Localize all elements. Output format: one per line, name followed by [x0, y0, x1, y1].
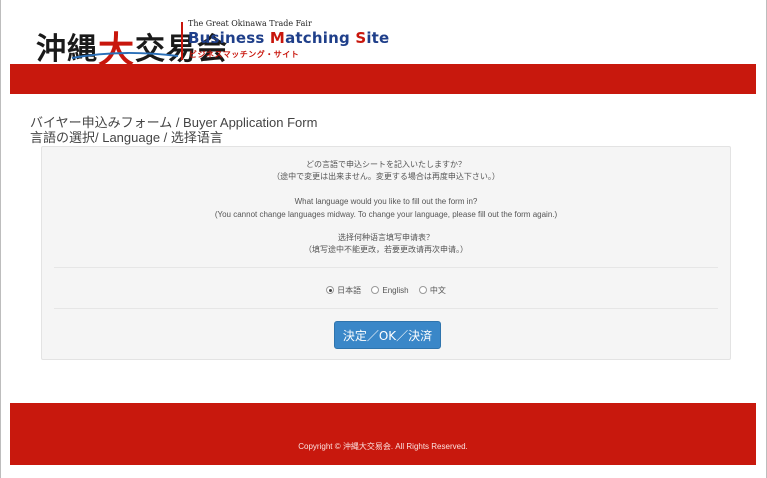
radio-chinese[interactable]: 中文	[418, 285, 446, 296]
divider	[54, 267, 718, 268]
en-question: What language would you like to fill out…	[294, 197, 478, 206]
radio-unchecked-icon[interactable]	[371, 286, 380, 294]
copyright-text: Copyright © 沖縄大交易会. All Rights Reserved.	[298, 442, 468, 451]
logo-swoosh-icon	[71, 51, 179, 59]
radio-label: English	[382, 286, 409, 295]
radio-label: 中文	[429, 286, 446, 295]
radio-japanese[interactable]: 日本語	[326, 285, 361, 296]
site-footer: Copyright © 沖縄大交易会. All Rights Reserved.	[10, 403, 756, 465]
radio-english[interactable]: English	[371, 286, 409, 295]
radio-label: 日本語	[337, 286, 362, 295]
logo-divider	[181, 22, 183, 60]
radio-unchecked-icon[interactable]	[418, 286, 427, 294]
nav-band	[10, 64, 756, 94]
site-name-part: S	[355, 29, 367, 47]
site-header: 沖縄大交易会 The Great Okinawa Trade Fair Busi…	[10, 8, 755, 71]
site-name-part: Business	[188, 29, 270, 47]
jp-note: （途中で変更は出来ません。変更する場合は再度申込下さい。）	[272, 172, 500, 181]
language-radio-group: 日本語 English 中文	[42, 285, 730, 296]
section-title: 言語の選択/ Language / 选择语言	[30, 130, 223, 145]
divider	[54, 308, 718, 309]
site-name-part: ite	[366, 29, 390, 47]
fair-name: The Great Okinawa Trade Fair	[188, 19, 312, 28]
site-name-part: atching	[285, 29, 356, 47]
radio-checked-icon[interactable]	[326, 286, 335, 294]
site-name-part: M	[269, 29, 286, 47]
logo-text-pre: 沖縄	[36, 32, 98, 67]
zh-question: 选择何种语言填写申请表？	[338, 233, 434, 242]
zh-note: （填写途中不能更改，若要更改请再次申请。）	[304, 245, 468, 254]
submit-button[interactable]: 決定／OK／決済	[334, 321, 441, 349]
site-name: Business Matching Site	[188, 29, 389, 47]
en-note: (You cannot change languages midway. To …	[214, 210, 558, 219]
language-panel: どの言語で申込シートを記入いたしますか？ （途中で変更は出来ません。変更する場合…	[41, 146, 731, 360]
jp-question: どの言語で申込シートを記入いたしますか？	[306, 160, 466, 169]
site-subtitle: ビジネスマッチング・サイト	[189, 50, 300, 59]
